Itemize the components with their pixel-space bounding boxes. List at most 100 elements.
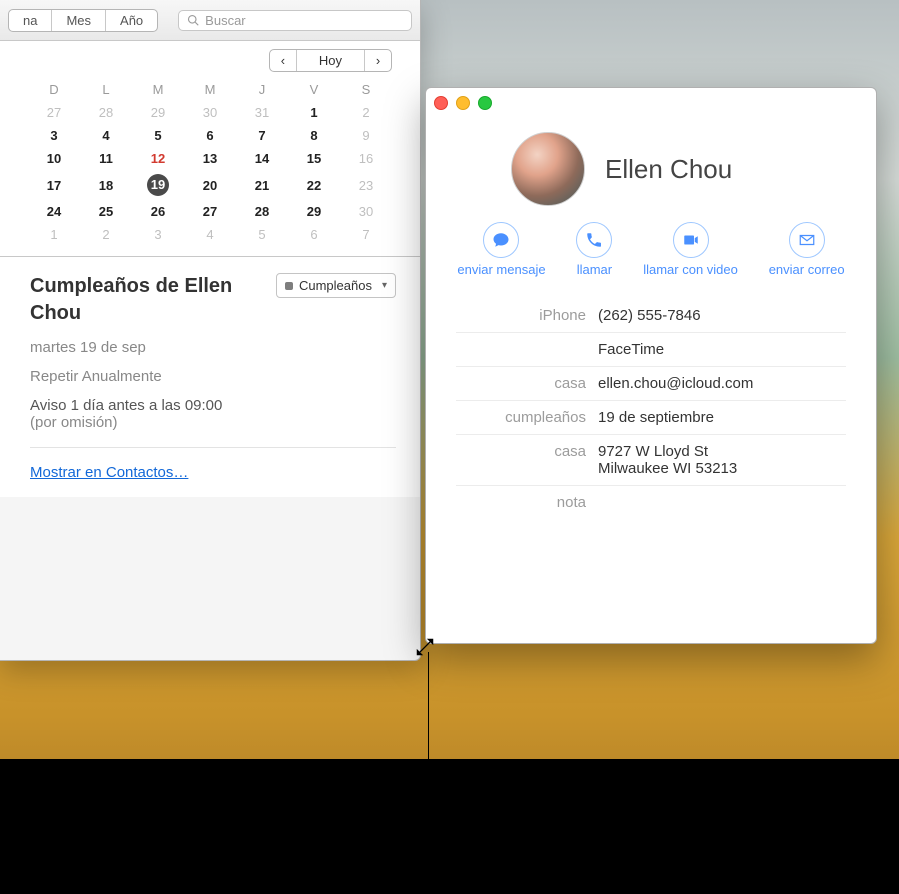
prev-month-button[interactable]: ‹: [270, 50, 297, 71]
calendar-day[interactable]: 27: [28, 101, 80, 124]
calendar-day[interactable]: 1: [288, 101, 340, 124]
caption-bar: [0, 759, 899, 894]
calendar-day[interactable]: 13: [184, 147, 236, 170]
calendar-day[interactable]: 22: [288, 170, 340, 200]
calendar-day[interactable]: 14: [236, 147, 288, 170]
calendar-day[interactable]: 29: [288, 200, 340, 223]
contacts-window: Ellen Chou enviar mensaje llamar llamar …: [425, 87, 877, 644]
calendar-window: na Mes Año Buscar ‹ Hoy › DLMMJVS 272829…: [0, 0, 421, 661]
calendar-day[interactable]: 21: [236, 170, 288, 200]
calendar-day[interactable]: 19: [132, 170, 184, 200]
calendar-day[interactable]: 2: [80, 223, 132, 246]
close-button[interactable]: [434, 96, 448, 110]
view-tab[interactable]: na: [9, 10, 52, 31]
month-mini-calendar: ‹ Hoy › DLMMJVS 272829303112345678910111…: [0, 41, 420, 257]
today-button[interactable]: Hoy: [297, 50, 365, 71]
calendar-day[interactable]: 26: [132, 200, 184, 223]
calendar-day[interactable]: 27: [184, 200, 236, 223]
search-placeholder: Buscar: [205, 13, 245, 28]
calendar-day[interactable]: 8: [288, 124, 340, 147]
day-header: D: [28, 78, 80, 101]
birthday-row[interactable]: cumpleaños 19 de septiembre: [456, 401, 846, 435]
window-titlebar[interactable]: [426, 88, 876, 114]
calendar-day[interactable]: 25: [80, 200, 132, 223]
day-header: V: [288, 78, 340, 101]
address-row[interactable]: casa 9727 W Lloyd St Milwaukee WI 53213: [456, 435, 846, 486]
month-grid[interactable]: DLMMJVS 27282930311234567891011121314151…: [28, 78, 392, 246]
calendar-day[interactable]: 6: [184, 124, 236, 147]
calendar-day[interactable]: 3: [132, 223, 184, 246]
day-header: M: [184, 78, 236, 101]
day-header: S: [340, 78, 392, 101]
today-nav-segmented[interactable]: ‹ Hoy ›: [269, 49, 392, 72]
calendar-day[interactable]: 20: [184, 170, 236, 200]
view-tab-year[interactable]: Año: [106, 10, 157, 31]
calendar-day[interactable]: 4: [80, 124, 132, 147]
calendar-day[interactable]: 4: [184, 223, 236, 246]
calendar-day[interactable]: 23: [340, 170, 392, 200]
calendar-day[interactable]: 31: [236, 101, 288, 124]
resize-cursor-icon: [414, 636, 436, 658]
calendar-day[interactable]: 2: [340, 101, 392, 124]
mail-icon: [798, 231, 816, 249]
calendar-day[interactable]: 1: [28, 223, 80, 246]
facetime-row[interactable]: FaceTime: [456, 333, 846, 367]
minimize-button[interactable]: [456, 96, 470, 110]
contact-header: Ellen Chou: [426, 114, 876, 216]
send-message-button[interactable]: enviar mensaje: [457, 222, 545, 277]
contact-actions: enviar mensaje llamar llamar con video e…: [426, 216, 876, 289]
view-tab-month[interactable]: Mes: [52, 10, 106, 31]
call-button[interactable]: llamar: [576, 222, 612, 277]
event-repeat[interactable]: Repetir Anualmente: [30, 368, 396, 385]
view-segmented-control[interactable]: na Mes Año: [8, 9, 158, 32]
video-call-button[interactable]: llamar con video: [643, 222, 738, 277]
calendar-day[interactable]: 28: [80, 101, 132, 124]
event-alert[interactable]: Aviso 1 día antes a las 09:00: [30, 397, 396, 414]
email-row[interactable]: casa ellen.chou@icloud.com: [456, 367, 846, 401]
event-date[interactable]: martes 19 de sep: [30, 339, 396, 356]
note-row[interactable]: nota: [456, 486, 846, 519]
calendar-selector[interactable]: Cumpleaños ▾: [276, 273, 396, 298]
event-title[interactable]: Cumpleaños de Ellen Chou: [30, 273, 276, 327]
calendar-day[interactable]: 29: [132, 101, 184, 124]
avatar[interactable]: [511, 132, 585, 206]
message-icon: [492, 231, 510, 249]
calendar-day[interactable]: 5: [236, 223, 288, 246]
phone-icon: [585, 231, 603, 249]
day-header: L: [80, 78, 132, 101]
divider: [30, 447, 396, 448]
search-input[interactable]: Buscar: [178, 10, 412, 31]
event-alert-sub: (por omisión): [30, 414, 396, 431]
callout-line: [428, 652, 429, 772]
next-month-button[interactable]: ›: [365, 50, 391, 71]
calendar-day[interactable]: 12: [132, 147, 184, 170]
calendar-selector-label: Cumpleaños: [299, 278, 372, 293]
calendar-day[interactable]: 24: [28, 200, 80, 223]
calendar-day[interactable]: 11: [80, 147, 132, 170]
calendar-day[interactable]: 30: [184, 101, 236, 124]
video-icon: [682, 231, 700, 249]
calendar-day[interactable]: 17: [28, 170, 80, 200]
chevron-down-icon: ▾: [382, 280, 387, 291]
calendar-color-swatch: [285, 282, 293, 290]
contact-name[interactable]: Ellen Chou: [605, 154, 732, 185]
calendar-day[interactable]: 3: [28, 124, 80, 147]
calendar-day[interactable]: 7: [340, 223, 392, 246]
calendar-day[interactable]: 30: [340, 200, 392, 223]
calendar-day[interactable]: 28: [236, 200, 288, 223]
calendar-day[interactable]: 18: [80, 170, 132, 200]
zoom-button[interactable]: [478, 96, 492, 110]
calendar-day[interactable]: 6: [288, 223, 340, 246]
calendar-day[interactable]: 5: [132, 124, 184, 147]
calendar-day[interactable]: 16: [340, 147, 392, 170]
contact-details: iPhone (262) 555-7846 FaceTime casa elle…: [426, 289, 876, 519]
calendar-toolbar: na Mes Año Buscar: [0, 0, 420, 41]
calendar-day[interactable]: 9: [340, 124, 392, 147]
calendar-day[interactable]: 10: [28, 147, 80, 170]
search-icon: [187, 14, 199, 26]
phone-row[interactable]: iPhone (262) 555-7846: [456, 299, 846, 333]
send-mail-button[interactable]: enviar correo: [769, 222, 845, 277]
show-in-contacts-link[interactable]: Mostrar en Contactos…: [30, 464, 396, 481]
calendar-day[interactable]: 7: [236, 124, 288, 147]
calendar-day[interactable]: 15: [288, 147, 340, 170]
